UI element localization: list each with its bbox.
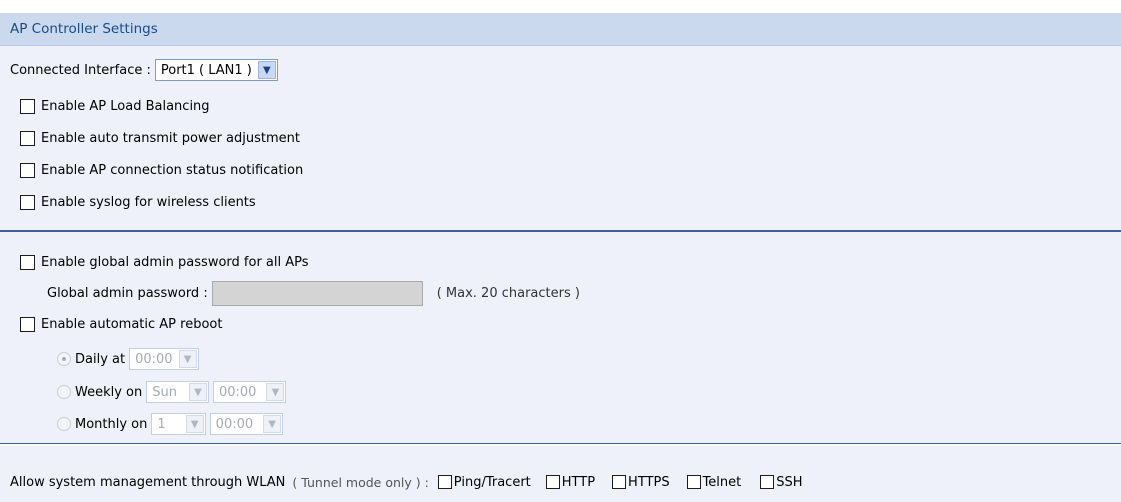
chevron-down-icon: ▼	[263, 415, 282, 433]
chevron-down-icon: ▼	[188, 383, 207, 401]
connected-interface-label: Connected Interface :	[10, 62, 151, 78]
auto-power-label: Enable auto transmit power adjustment	[41, 130, 300, 146]
ssh-label: SSH	[776, 474, 803, 490]
load-balancing-row: Enable AP Load Balancing	[20, 95, 210, 117]
ssh-checkbox[interactable]	[760, 475, 775, 489]
https-checkbox[interactable]	[612, 475, 627, 489]
telnet-label: Telnet	[702, 474, 742, 490]
weekly-radio[interactable]	[57, 385, 71, 399]
ping-tracert-checkbox[interactable]	[437, 475, 452, 489]
load-balancing-checkbox[interactable]	[20, 98, 35, 114]
ap-password-reboot-panel: Enable global admin password for all APs…	[0, 232, 1121, 443]
status-notification-label: Enable AP connection status notification	[41, 162, 304, 178]
weekly-time-select[interactable]: 00:00 ▼	[212, 381, 287, 403]
wlan-management-label: Allow system management through WLAN	[10, 474, 286, 490]
global-password-checkbox-label: Enable global admin password for all APs	[41, 254, 309, 270]
load-balancing-label: Enable AP Load Balancing	[41, 98, 210, 114]
connected-interface-value: Port1 ( LAN1 )	[160, 62, 252, 78]
weekly-time-value: 00:00	[218, 384, 257, 400]
daily-reboot-row: Daily at 00:00 ▼	[57, 348, 199, 370]
section-divider	[0, 443, 1121, 444]
ping-tracert-label: Ping/Tracert	[453, 474, 531, 490]
monthly-time-value: 00:00	[215, 416, 254, 432]
monthly-day-value: 1	[157, 416, 166, 432]
telnet-checkbox[interactable]	[686, 475, 701, 489]
connected-interface-row: Connected Interface : Port1 ( LAN1 ) ▼	[10, 59, 278, 81]
daily-time-select[interactable]: 00:00 ▼	[129, 348, 199, 370]
weekly-label: Weekly on	[75, 384, 143, 400]
syslog-row: Enable syslog for wireless clients	[20, 191, 256, 213]
daily-radio[interactable]	[57, 352, 71, 366]
monthly-time-select[interactable]: 00:00 ▼	[209, 413, 284, 435]
chevron-down-icon: ▼	[257, 61, 276, 79]
monthly-radio[interactable]	[57, 417, 71, 431]
https-label: HTTPS	[628, 474, 670, 490]
status-notification-row: Enable AP connection status notification	[20, 159, 303, 181]
daily-time-value: 00:00	[135, 351, 173, 367]
global-password-checkbox[interactable]	[20, 254, 35, 270]
auto-power-checkbox[interactable]	[20, 130, 35, 146]
settings-header: AP Controller Settings	[0, 13, 1121, 46]
monthly-reboot-row: Monthly on 1 ▼ 00:00 ▼	[57, 413, 284, 435]
connected-interface-select[interactable]: Port1 ( LAN1 ) ▼	[154, 59, 278, 81]
auto-reboot-row: Enable automatic AP reboot	[20, 313, 222, 335]
global-password-row: Global admin password : ( Max. 20 charac…	[47, 280, 580, 306]
chevron-down-icon: ▼	[185, 415, 204, 433]
wlan-management-panel: Allow system management through WLAN ( T…	[0, 446, 1121, 502]
syslog-checkbox[interactable]	[20, 194, 35, 210]
page-title: AP Controller Settings	[10, 21, 158, 37]
global-password-input[interactable]	[211, 280, 423, 306]
wlan-management-row: Allow system management through WLAN ( T…	[10, 471, 803, 493]
auto-power-row: Enable auto transmit power adjustment	[20, 127, 300, 149]
chevron-down-icon: ▼	[178, 350, 197, 368]
auto-reboot-checkbox[interactable]	[20, 316, 35, 332]
monthly-day-select[interactable]: 1 ▼	[151, 413, 206, 435]
global-password-label: Global admin password :	[47, 285, 208, 301]
weekly-day-select[interactable]: Sun ▼	[146, 381, 209, 403]
general-settings-panel: Connected Interface : Port1 ( LAN1 ) ▼ E…	[0, 46, 1121, 230]
syslog-label: Enable syslog for wireless clients	[41, 194, 256, 210]
chevron-down-icon: ▼	[266, 383, 285, 401]
monthly-label: Monthly on	[75, 416, 148, 432]
status-notification-checkbox[interactable]	[20, 162, 35, 178]
weekly-reboot-row: Weekly on Sun ▼ 00:00 ▼	[57, 381, 287, 403]
http-label: HTTP	[561, 474, 596, 490]
http-checkbox[interactable]	[545, 475, 560, 489]
daily-label: Daily at	[75, 351, 126, 367]
global-password-enable-row: Enable global admin password for all APs	[20, 251, 309, 273]
global-password-hint: ( Max. 20 characters )	[436, 285, 580, 301]
weekly-day-value: Sun	[152, 384, 177, 400]
auto-reboot-label: Enable automatic AP reboot	[41, 316, 223, 332]
tunnel-mode-note: ( Tunnel mode only ) :	[292, 474, 429, 490]
